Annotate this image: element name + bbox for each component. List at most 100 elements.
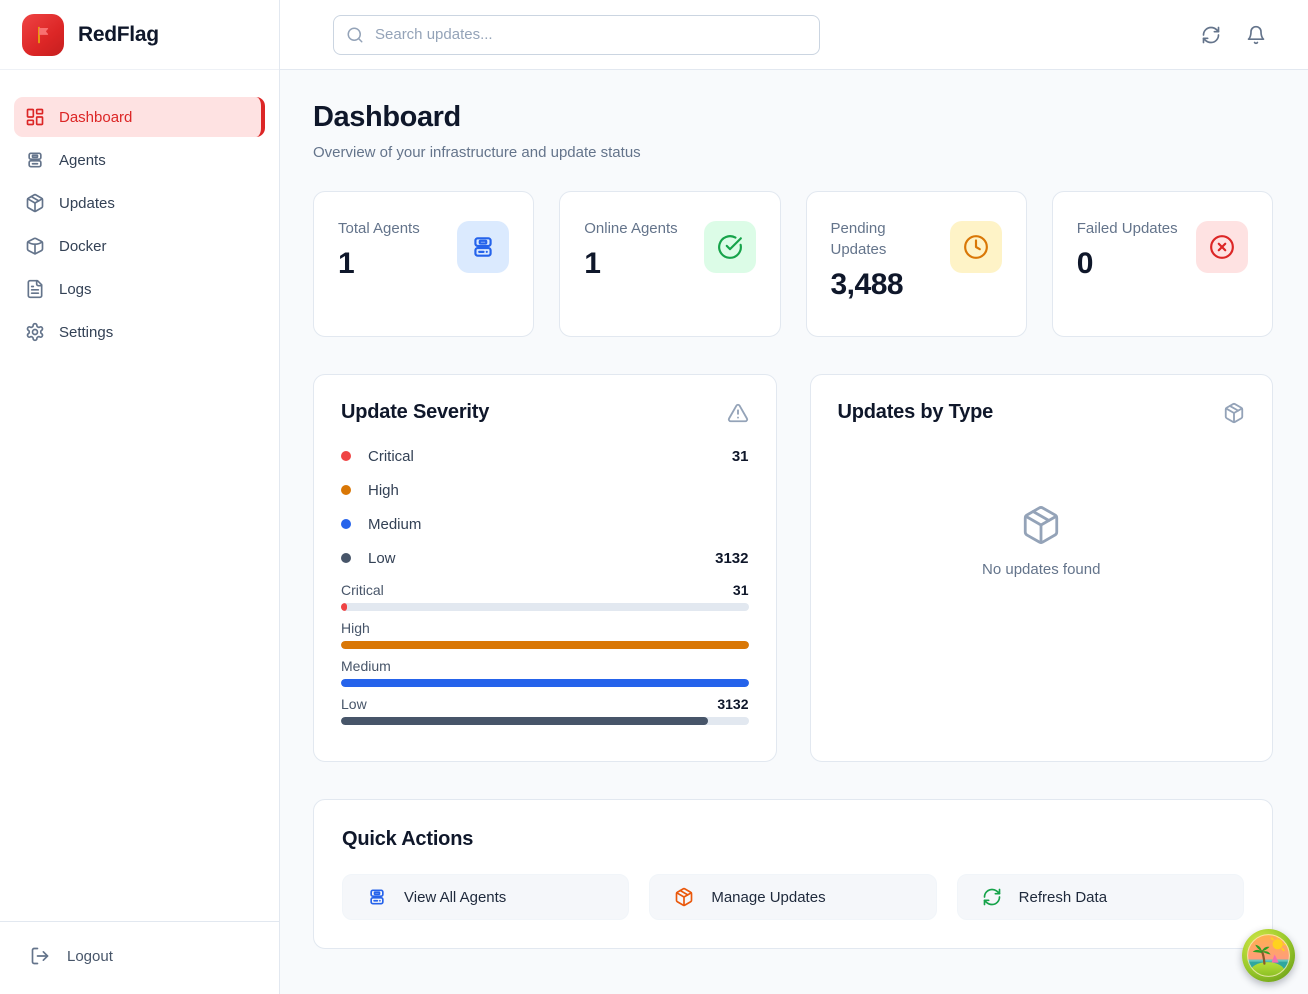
sidebar-item-logs[interactable]: Logs	[14, 269, 265, 309]
bar-fill-critical	[341, 603, 347, 611]
topbar-actions	[1201, 25, 1266, 45]
stat-label: Total Agents	[338, 218, 420, 239]
sidebar-item-label: Settings	[59, 324, 113, 341]
redflag-logo-icon	[22, 14, 64, 56]
panel-title: Updates by Type	[838, 401, 994, 424]
sidebar-nav: Dashboard Agents Updates Docker Logs Set…	[0, 70, 279, 921]
legend-label: High	[368, 482, 399, 499]
stat-label: Online Agents	[584, 218, 677, 239]
sidebar-item-label: Updates	[59, 195, 115, 212]
bar-track	[341, 641, 749, 649]
clock-icon	[950, 221, 1002, 273]
sidebar-item-agents[interactable]: Agents	[14, 140, 265, 180]
quick-actions-row: View All Agents Manage Updates Refresh D…	[342, 874, 1244, 920]
update-severity-panel: Update Severity Critical 31 High	[313, 374, 777, 762]
stat-label: Pending Updates	[831, 218, 935, 260]
manage-updates-button[interactable]: Manage Updates	[649, 874, 936, 920]
sidebar-footer: Logout	[0, 921, 279, 994]
sidebar: RedFlag Dashboard Agents Updates Docker …	[0, 0, 280, 994]
logout-label: Logout	[67, 948, 113, 965]
stats-row: Total Agents 1 Online Agents 1	[313, 191, 1273, 337]
brand: RedFlag	[0, 0, 279, 70]
panel-title: Update Severity	[341, 401, 489, 424]
action-label: Refresh Data	[1019, 889, 1107, 906]
package-icon	[674, 887, 694, 907]
dashboard-icon	[25, 107, 45, 127]
legend-row-medium: Medium	[341, 507, 749, 541]
page-subtitle: Overview of your infrastructure and upda…	[313, 144, 1273, 161]
bar-track	[341, 717, 749, 725]
sidebar-item-docker[interactable]: Docker	[14, 226, 265, 266]
legend-label: Critical	[368, 448, 414, 465]
stat-value: 1	[338, 247, 420, 281]
container-box-icon	[25, 236, 45, 256]
bar-group-low: Low 3132	[341, 696, 749, 725]
sidebar-item-settings[interactable]: Settings	[14, 312, 265, 352]
low-dot-icon	[341, 553, 351, 563]
empty-state: No updates found	[838, 424, 1246, 728]
stat-card-failed-updates: Failed Updates 0	[1052, 191, 1273, 337]
bar-group-high: High	[341, 620, 749, 649]
file-text-icon	[25, 279, 45, 299]
legend-label: Medium	[368, 516, 421, 533]
stat-value: 1	[584, 247, 677, 281]
sidebar-item-label: Logs	[59, 281, 92, 298]
stat-label: Failed Updates	[1077, 218, 1178, 239]
severity-legend: Critical 31 High Medium	[341, 439, 749, 575]
legend-value: 3132	[715, 550, 748, 567]
refresh-data-button[interactable]: Refresh Data	[957, 874, 1244, 920]
panels-row: Update Severity Critical 31 High	[313, 374, 1273, 762]
view-all-agents-button[interactable]: View All Agents	[342, 874, 629, 920]
bar-track	[341, 679, 749, 687]
page-title: Dashboard	[313, 100, 1273, 134]
bar-fill-high	[341, 641, 749, 649]
sidebar-item-label: Docker	[59, 238, 107, 255]
bar-track	[341, 603, 749, 611]
server-icon	[367, 887, 387, 907]
logout-icon	[30, 946, 50, 966]
refresh-button[interactable]	[1201, 25, 1221, 45]
search-box	[333, 15, 820, 55]
notifications-button[interactable]	[1246, 25, 1266, 45]
medium-dot-icon	[341, 519, 351, 529]
empty-state-text: No updates found	[982, 561, 1100, 578]
package-icon	[1223, 402, 1245, 424]
content: Dashboard Overview of your infrastructur…	[280, 70, 1308, 994]
topbar	[280, 0, 1308, 70]
bar-label: Critical	[341, 582, 384, 598]
package-icon	[25, 193, 45, 213]
sidebar-item-dashboard[interactable]: Dashboard	[14, 97, 265, 137]
bar-group-critical: Critical 31	[341, 582, 749, 611]
main-column: Dashboard Overview of your infrastructur…	[280, 0, 1308, 994]
bar-label: Medium	[341, 658, 391, 674]
refresh-icon	[982, 887, 1002, 907]
action-label: View All Agents	[404, 889, 506, 906]
package-icon	[1020, 504, 1062, 546]
sidebar-item-updates[interactable]: Updates	[14, 183, 265, 223]
search-input[interactable]	[333, 15, 820, 55]
check-circle-icon	[704, 221, 756, 273]
bar-fill-medium	[341, 679, 749, 687]
bar-value: 31	[733, 582, 749, 598]
sidebar-item-label: Dashboard	[59, 109, 132, 126]
logout-button[interactable]: Logout	[30, 946, 249, 966]
gear-icon	[25, 322, 45, 342]
quick-actions-title: Quick Actions	[342, 828, 1244, 851]
panel-header: Updates by Type	[838, 401, 1246, 424]
legend-label: Low	[368, 550, 396, 567]
legend-row-low: Low 3132	[341, 541, 749, 575]
panel-header: Update Severity	[341, 401, 749, 424]
bar-label: High	[341, 620, 370, 636]
bell-icon	[1246, 25, 1266, 45]
server-icon	[457, 221, 509, 273]
tropical-island-badge[interactable]	[1242, 929, 1295, 982]
stat-value: 0	[1077, 247, 1178, 281]
app-root: RedFlag Dashboard Agents Updates Docker …	[0, 0, 1308, 994]
legend-value: 31	[732, 448, 749, 465]
stat-card-total-agents: Total Agents 1	[313, 191, 534, 337]
stat-card-pending-updates: Pending Updates 3,488	[806, 191, 1027, 337]
action-label: Manage Updates	[711, 889, 825, 906]
updates-by-type-panel: Updates by Type No updates found	[810, 374, 1274, 762]
server-icon	[25, 150, 45, 170]
sidebar-item-label: Agents	[59, 152, 106, 169]
